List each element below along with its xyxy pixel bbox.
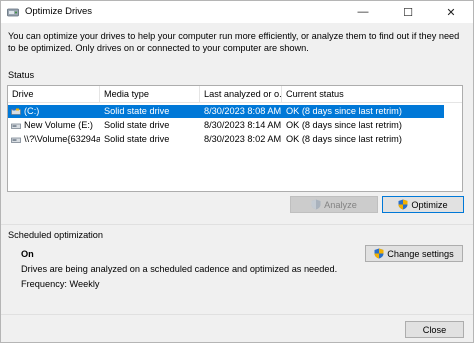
schedule-frequency: Frequency: Weekly bbox=[21, 279, 100, 289]
close-window-button[interactable]: ✕ bbox=[429, 1, 473, 23]
uac-shield-icon bbox=[398, 199, 408, 210]
minimize-button[interactable]: — bbox=[341, 1, 385, 23]
current-status-cell: OK (8 days since last retrim) bbox=[286, 134, 402, 144]
drive-cell: (C:) bbox=[11, 105, 100, 118]
title-bar[interactable]: Optimize Drives — ☐ ✕ bbox=[1, 1, 473, 23]
optimize-button[interactable]: Optimize bbox=[382, 196, 464, 213]
last-analyzed-cell: 8/30/2023 8:08 AM bbox=[204, 106, 282, 116]
current-status-cell: OK (8 days since last retrim) bbox=[286, 120, 402, 130]
media-type-cell: Solid state drive bbox=[104, 120, 170, 130]
column-header-media-type[interactable]: Media type bbox=[100, 86, 200, 103]
change-settings-label: Change settings bbox=[387, 248, 454, 259]
table-row[interactable]: \\?\Volume{63294a... Solid state drive 8… bbox=[8, 133, 444, 146]
drives-list-header: Drive Media type Last analyzed or o... C… bbox=[8, 86, 462, 103]
table-row[interactable]: (C:) Solid state drive 8/30/2023 8:08 AM… bbox=[8, 105, 444, 118]
table-row[interactable]: New Volume (E:) Solid state drive 8/30/2… bbox=[8, 119, 444, 132]
current-status-cell: OK (8 days since last retrim) bbox=[286, 106, 402, 116]
last-analyzed-cell: 8/30/2023 8:02 AM bbox=[204, 134, 282, 144]
optimize-drives-app-icon bbox=[7, 6, 19, 18]
optimize-label: Optimize bbox=[411, 199, 448, 210]
status-section-label: Status bbox=[8, 70, 35, 80]
change-settings-button[interactable]: Change settings bbox=[365, 245, 463, 262]
close-button[interactable]: Close bbox=[405, 321, 464, 338]
column-header-last-analyzed[interactable]: Last analyzed or o... bbox=[200, 86, 282, 103]
media-type-cell: Solid state drive bbox=[104, 134, 170, 144]
intro-text: You can optimize your drives to help you… bbox=[8, 31, 460, 53]
column-header-drive[interactable]: Drive bbox=[8, 86, 100, 103]
column-header-current-status[interactable]: Current status bbox=[282, 86, 462, 103]
drive-cell: New Volume (E:) bbox=[11, 119, 100, 132]
footer-divider bbox=[1, 314, 473, 315]
drive-name: (C:) bbox=[24, 106, 40, 116]
schedule-description: Drives are being analyzed on a scheduled… bbox=[21, 264, 338, 274]
window-title: Optimize Drives bbox=[25, 6, 93, 17]
drives-list[interactable]: Drive Media type Last analyzed or o... C… bbox=[7, 85, 463, 192]
drive-icon bbox=[11, 123, 21, 129]
last-analyzed-cell: 8/30/2023 8:14 AM bbox=[204, 120, 282, 130]
uac-shield-icon bbox=[374, 248, 384, 259]
uac-shield-icon bbox=[311, 199, 321, 210]
drive-icon bbox=[11, 108, 21, 115]
drive-name: \\?\Volume{63294a... bbox=[24, 134, 100, 144]
drive-icon bbox=[11, 137, 21, 143]
optimize-drives-window: Optimize Drives — ☐ ✕ You can optimize y… bbox=[0, 0, 474, 343]
media-type-cell: Solid state drive bbox=[104, 106, 170, 116]
scheduled-optimization-label: Scheduled optimization bbox=[8, 230, 103, 240]
analyze-button[interactable]: Analyze bbox=[290, 196, 378, 213]
schedule-state: On bbox=[21, 249, 34, 259]
drive-cell: \\?\Volume{63294a... bbox=[11, 133, 100, 146]
maximize-button[interactable]: ☐ bbox=[386, 1, 430, 23]
drive-name: New Volume (E:) bbox=[24, 120, 93, 130]
analyze-label: Analyze bbox=[324, 199, 357, 210]
section-divider bbox=[1, 224, 473, 225]
